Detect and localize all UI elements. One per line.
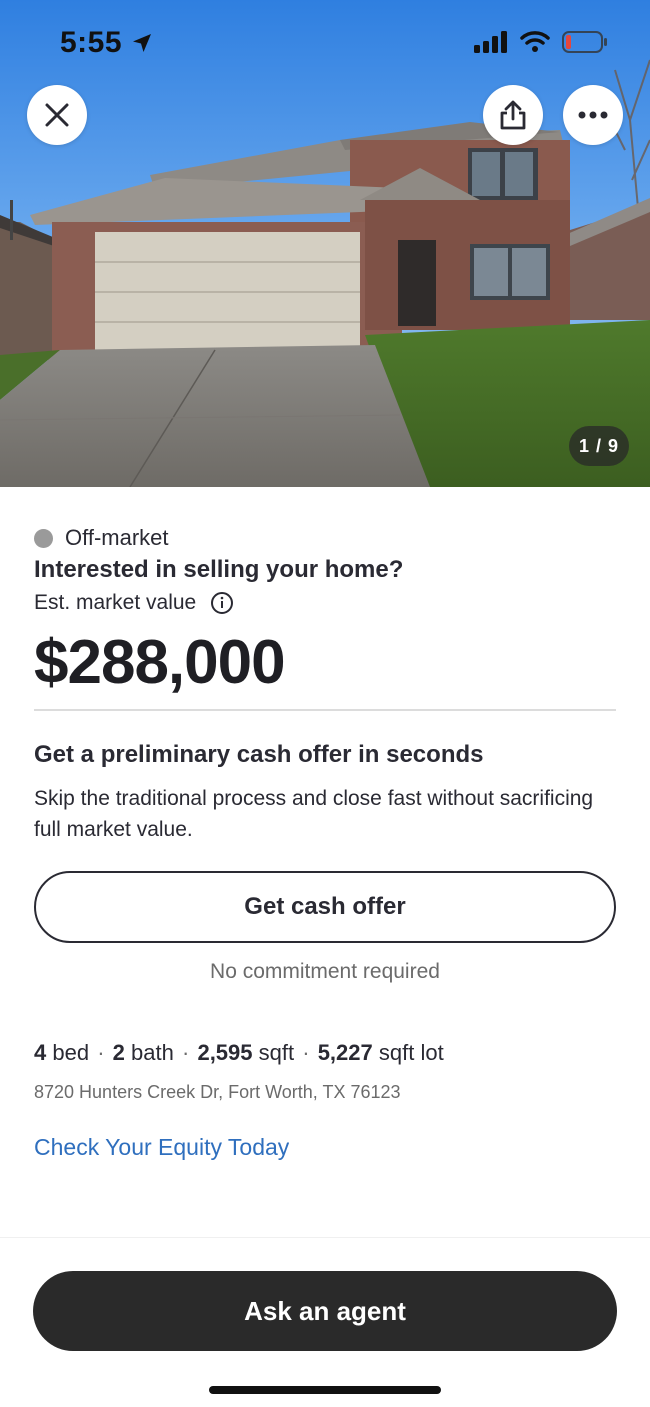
bottom-action-bar: Ask an agent bbox=[0, 1237, 650, 1407]
property-address: 8720 Hunters Creek Dr, Fort Worth, TX 76… bbox=[34, 1082, 401, 1102]
cash-offer-title: Get a preliminary cash offer in seconds bbox=[34, 741, 484, 768]
status-time: 5:55 bbox=[60, 26, 154, 60]
lot-value: 5,227 bbox=[317, 1040, 373, 1065]
selling-question: Interested in selling your home? bbox=[34, 556, 404, 583]
status-bar: 5:55 bbox=[0, 0, 650, 90]
no-commitment-note: No commitment required bbox=[210, 960, 440, 983]
baths-value: 2 bbox=[112, 1040, 125, 1065]
home-indicator bbox=[209, 1386, 441, 1394]
wifi-icon bbox=[520, 31, 550, 52]
check-equity-link[interactable]: Check Your Equity Today bbox=[34, 1134, 289, 1162]
more-icon bbox=[578, 111, 608, 119]
get-cash-offer-button[interactable]: Get cash offer bbox=[34, 871, 616, 943]
sqft-value: 2,595 bbox=[197, 1040, 253, 1065]
home-facts: 4 bed · 2 bath · 2,595 sqft · 5,227 sqft… bbox=[34, 1040, 444, 1066]
more-options-button[interactable] bbox=[563, 85, 623, 145]
est-market-value-row: Est. market value bbox=[34, 591, 234, 615]
sqft-label: sqft bbox=[258, 1040, 295, 1065]
separator: · bbox=[97, 1040, 105, 1065]
share-icon bbox=[500, 100, 526, 130]
lot-label: sqft lot bbox=[378, 1040, 444, 1065]
close-icon bbox=[45, 103, 69, 127]
est-market-value-label: Est. market value bbox=[34, 591, 197, 614]
separator: · bbox=[182, 1040, 190, 1065]
status-label: Off-market bbox=[65, 525, 169, 550]
close-button[interactable] bbox=[27, 85, 87, 145]
clock-text: 5:55 bbox=[60, 26, 123, 59]
separator: · bbox=[302, 1040, 310, 1065]
ask-an-agent-button[interactable]: Ask an agent bbox=[33, 1271, 617, 1351]
battery-icon bbox=[562, 31, 607, 53]
estimated-price: $288,000 bbox=[34, 628, 286, 697]
status-icons bbox=[474, 30, 608, 54]
info-icon[interactable] bbox=[210, 591, 234, 615]
divider bbox=[34, 709, 616, 711]
listing-photo[interactable]: 5:55 1 / 9 bbox=[0, 0, 650, 487]
share-button[interactable] bbox=[483, 85, 543, 145]
photo-counter: 1 / 9 bbox=[569, 426, 629, 466]
location-arrow-icon bbox=[133, 34, 152, 52]
status-dot-icon bbox=[34, 528, 53, 548]
beds-value: 4 bbox=[34, 1040, 47, 1065]
listing-status: Off-market bbox=[34, 525, 169, 551]
beds-label: bed bbox=[52, 1040, 90, 1065]
signal-icon bbox=[474, 31, 507, 53]
cash-offer-description: Skip the traditional process and close f… bbox=[34, 787, 594, 841]
baths-label: bath bbox=[131, 1040, 174, 1065]
